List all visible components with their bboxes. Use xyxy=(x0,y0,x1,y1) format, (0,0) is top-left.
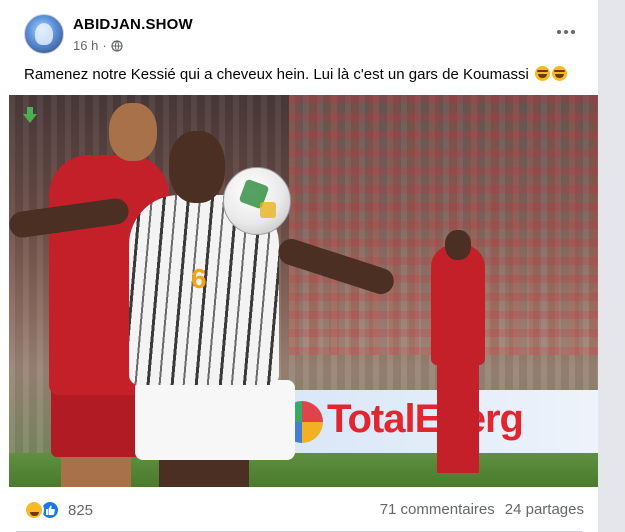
engagement-counts: 71 commentaires 24 partages xyxy=(380,501,584,518)
comments-count-link[interactable]: 71 commentaires xyxy=(380,501,495,518)
sponsor-banner-text: TotalEnerg xyxy=(327,397,524,441)
background-player xyxy=(431,245,485,365)
post-footer: 825 71 commentaires 24 partages xyxy=(0,487,598,532)
post-header: ABIDJAN.SHOW 16 h · xyxy=(0,0,598,60)
post-timestamp[interactable]: 16 h xyxy=(73,38,98,53)
shares-count-link[interactable]: 24 partages xyxy=(505,501,584,518)
globe-icon[interactable] xyxy=(111,39,123,52)
feed-gutter xyxy=(598,0,625,532)
jersey-number: 6 xyxy=(191,263,207,294)
post-caption: Ramenez notre Kessié qui a cheveux hein.… xyxy=(24,66,567,83)
more-options-icon[interactable] xyxy=(555,24,577,40)
haha-reaction-icon xyxy=(24,500,44,520)
post-card: ABIDJAN.SHOW 16 h · Ramenez notre Kessié… xyxy=(0,0,598,532)
reaction-count: 825 xyxy=(68,501,94,519)
download-arrow-icon xyxy=(23,107,37,123)
laughing-emoji-icon xyxy=(535,66,550,81)
football xyxy=(223,167,291,235)
post-meta: 16 h · xyxy=(73,38,123,53)
page-avatar[interactable] xyxy=(24,14,64,54)
reactions-summary[interactable]: 825 xyxy=(24,500,93,520)
caption-text: Ramenez notre Kessié qui a cheveux hein.… xyxy=(24,66,529,83)
laughing-emoji-icon xyxy=(552,66,567,81)
page-name-link[interactable]: ABIDJAN.SHOW xyxy=(73,16,193,33)
post-photo[interactable]: TotalEnerg 6 xyxy=(9,95,598,487)
